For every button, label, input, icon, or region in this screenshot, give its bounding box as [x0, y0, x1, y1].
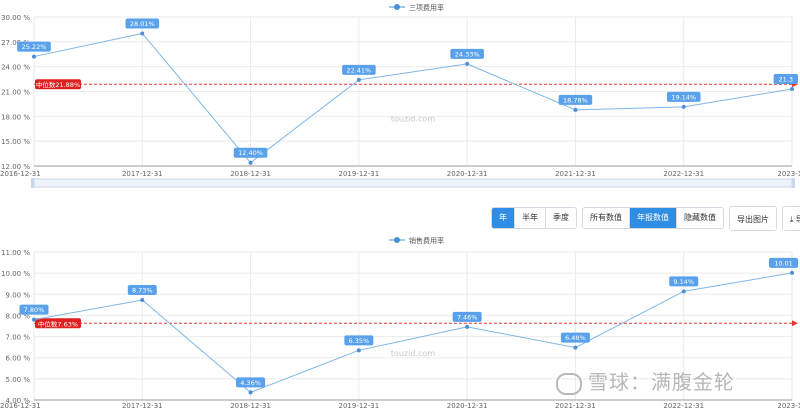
x-tick-label: 2017-12-31 [122, 170, 163, 178]
x-tick-label: 2020-12-31 [447, 170, 488, 178]
data-label: 24.33% [455, 50, 480, 58]
x-tick-label: 2019-12-31 [339, 170, 380, 178]
chart-watermark: touzid.com [391, 115, 435, 124]
data-label: 6.35% [349, 337, 370, 345]
legend-marker [394, 237, 400, 243]
median-label: 中位数7.63% [38, 319, 78, 328]
y-tick-label: 30.00 % [1, 14, 30, 22]
hide-values-button[interactable]: 隐藏数值 [677, 208, 723, 228]
median-label: 中位数21.88% [36, 80, 80, 89]
period-toggle-group: 年 半年 季度 [491, 207, 577, 229]
data-label: 8.73% [132, 286, 153, 294]
y-tick-label: 15.00 % [1, 138, 30, 146]
export-image-button[interactable]: 导出图片 [730, 209, 776, 230]
chart-toolbar: 年 半年 季度 所有数值 年报数值 隐藏数值 导出图片 ⤓ 导出EX [491, 205, 800, 231]
data-point [465, 324, 470, 329]
y-tick-label: 24.00 % [1, 64, 30, 72]
x-tick-label: 2022-12-31 [663, 170, 704, 178]
export-image-wrap: 导出图片 [729, 205, 777, 231]
legend-marker [394, 4, 400, 10]
x-tick-label: 2021-12-31 [555, 170, 596, 178]
data-point [465, 61, 470, 66]
data-point [32, 317, 36, 322]
data-point [248, 160, 253, 165]
x-tick-label: 2023-12 [777, 402, 800, 410]
export-excel-button[interactable]: ⤓ 导出EX [783, 209, 800, 230]
data-point [681, 104, 686, 109]
all-values-button[interactable]: 所有数值 [583, 208, 630, 228]
x-tick-label: 2022-12-31 [663, 402, 704, 410]
x-tick-label: 2018-12-31 [230, 402, 271, 410]
median-arrow [792, 320, 798, 327]
data-label: 25.22% [22, 43, 47, 51]
x-tick-label: 2023-12 [777, 170, 800, 178]
data-label: 10.01 [774, 259, 793, 267]
data-label: 7.80% [24, 306, 45, 314]
wechat-icon [556, 372, 582, 395]
data-point [140, 297, 145, 302]
data-label: 28.01% [130, 20, 155, 28]
x-tick-label: 2016-12-31 [0, 402, 41, 410]
x-tick-label: 2016-12-31 [0, 170, 41, 178]
zoom-slider [33, 178, 793, 188]
y-tick-label: 5.00 % [6, 376, 31, 384]
y-tick-label: 18.00 % [1, 113, 30, 121]
data-point [681, 289, 686, 294]
legend-label: 销售费用率 [409, 236, 444, 245]
data-label: 9.14% [673, 278, 694, 286]
x-tick-label: 2017-12-31 [122, 402, 163, 410]
y-tick-label: 21.00 % [1, 89, 30, 97]
value-toggle-group: 所有数值 年报数值 隐藏数值 [582, 207, 724, 229]
export-excel-wrap: ⤓ 导出EX [782, 205, 800, 231]
chart-watermark: touzid.com [391, 349, 435, 358]
data-point [356, 77, 361, 82]
period-halfyear-button[interactable]: 半年 [515, 208, 546, 228]
zoom-handle-left [31, 178, 34, 188]
charts-canvas: 三项费用率12.00 %15.00 %18.00 %21.00 %24.00 %… [0, 3, 800, 410]
x-tick-label: 2018-12-31 [230, 170, 271, 178]
y-tick-label: 7.00 % [6, 334, 31, 342]
data-label: 12.40% [238, 149, 263, 157]
y-tick-label: 9.00 % [6, 291, 31, 299]
y-tick-label: 6.00 % [6, 355, 31, 363]
data-point [790, 270, 794, 275]
data-point [790, 87, 794, 92]
y-tick-label: 10.00 % [1, 270, 30, 278]
data-point [573, 107, 578, 112]
data-point [140, 31, 145, 36]
data-label: 21.3 [779, 76, 793, 84]
data-label: 6.48% [565, 334, 586, 342]
data-label: 18.78% [563, 96, 588, 104]
data-point [248, 390, 253, 395]
data-point [32, 54, 36, 59]
footer-watermark-text: 雪球：满腹金轮 [588, 370, 735, 394]
annual-values-button[interactable]: 年报数值 [630, 208, 677, 228]
data-label: 7.46% [457, 313, 478, 321]
x-tick-label: 2021-12-31 [555, 402, 596, 410]
zoom-handle-right [792, 178, 795, 188]
data-label: 19.14% [671, 93, 696, 101]
data-label: 4.36% [240, 379, 261, 387]
data-label: 22.41% [346, 66, 371, 74]
y-tick-label: 11.00 % [1, 249, 30, 257]
footer-watermark: 雪球：满腹金轮 [556, 366, 735, 395]
legend-label: 三项费用率 [409, 3, 444, 12]
chart-expense-ratio: 三项费用率12.00 %15.00 %18.00 %21.00 %24.00 %… [0, 3, 800, 188]
data-point [573, 345, 578, 350]
x-tick-label: 2019-12-31 [339, 402, 380, 410]
period-year-button[interactable]: 年 [492, 208, 515, 228]
data-point [356, 348, 361, 353]
x-tick-label: 2020-12-31 [447, 402, 488, 410]
period-quarter-button[interactable]: 季度 [546, 208, 576, 228]
